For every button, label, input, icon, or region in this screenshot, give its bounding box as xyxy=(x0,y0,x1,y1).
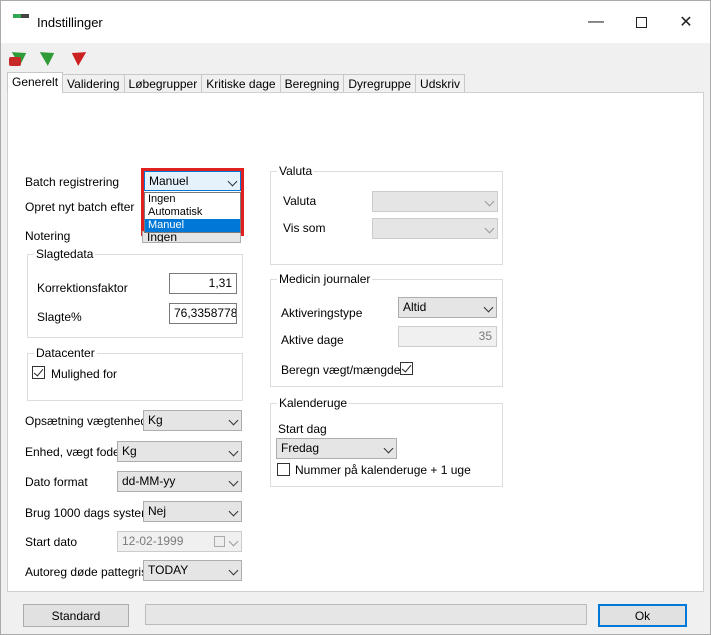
maximize-icon xyxy=(635,16,647,28)
chevron-down-icon xyxy=(228,506,239,517)
medicin-title: Medicin journaler xyxy=(277,272,373,286)
autoreg-value: TODAY xyxy=(148,563,189,577)
toolbar xyxy=(7,45,89,69)
batch-registrering-label: Batch registrering xyxy=(25,175,120,189)
tab-validering[interactable]: Validering xyxy=(62,74,125,93)
kalenderuge-title: Kalenderuge xyxy=(277,396,350,410)
save-tool-button[interactable] xyxy=(7,45,33,67)
tab-lobegrupper[interactable]: Løbegrupper xyxy=(123,74,203,93)
korrektionsfaktor-input[interactable]: 1,31 xyxy=(169,273,237,294)
tab-dyregruppe[interactable]: Dyregruppe xyxy=(343,74,417,93)
chevron-down-icon xyxy=(227,176,238,187)
refresh-tool-button[interactable] xyxy=(35,45,61,67)
settings-window: Indstillinger — ✕ Generelt Validering Lø… xyxy=(0,0,711,635)
undo-arrow-icon xyxy=(67,46,87,66)
mulighed-for-label: Mulighed for xyxy=(51,367,118,381)
nummer-kalenderuge-checkbox[interactable] xyxy=(277,463,290,476)
calendar-icon xyxy=(214,536,225,547)
dato-format-select[interactable]: dd-MM-yy xyxy=(117,471,242,492)
slagtedata-title: Slagtedata xyxy=(34,247,96,261)
title-bar: Indstillinger — ✕ xyxy=(1,1,710,43)
dato-format-label: Dato format xyxy=(25,475,88,489)
autoreg-label: Autoreg døde pattegrise xyxy=(25,565,154,579)
chevron-down-icon xyxy=(228,476,239,487)
slagte-input[interactable]: 76,33587786 xyxy=(169,303,237,324)
tab-strip: Generelt Validering Løbegrupper Kritiske… xyxy=(7,72,466,93)
mulighed-for-checkbox[interactable] xyxy=(32,366,45,379)
valuta-select[interactable] xyxy=(372,191,498,212)
brug-1000-select[interactable]: Nej xyxy=(143,501,242,522)
autoreg-select[interactable]: TODAY xyxy=(143,560,242,581)
brug-1000-value: Nej xyxy=(148,504,167,518)
opsaetning-label: Opsætning vægtenhed xyxy=(25,414,148,428)
close-icon: ✕ xyxy=(679,14,693,31)
beregn-checkbox[interactable] xyxy=(400,362,413,375)
dato-format-value: dd-MM-yy xyxy=(122,474,176,488)
enhed-foder-label: Enhed, vægt foder xyxy=(25,445,124,459)
tab-generelt[interactable]: Generelt xyxy=(7,72,64,93)
chevron-down-icon xyxy=(228,446,239,457)
option-manuel[interactable]: Manuel xyxy=(145,219,240,232)
start-dato-label: Start dato xyxy=(25,535,78,549)
maximize-button[interactable] xyxy=(618,1,664,43)
start-dag-value: Fredag xyxy=(281,441,320,455)
batch-registrering-dropdown: Ingen Automatisk Manuel xyxy=(144,192,241,233)
korrektionsfaktor-label: Korrektionsfaktor xyxy=(37,281,128,295)
disk-icon xyxy=(9,57,21,66)
aktiveringstype-value: Altid xyxy=(403,300,427,314)
chevron-down-icon xyxy=(228,565,239,576)
app-icon xyxy=(13,14,29,18)
valuta-label: Valuta xyxy=(283,194,317,208)
chevron-down-icon xyxy=(228,415,239,426)
ok-button[interactable]: Ok xyxy=(598,604,687,627)
tab-beregning[interactable]: Beregning xyxy=(279,74,345,93)
refresh-arrow-icon xyxy=(39,46,59,66)
enhed-foder-select[interactable]: Kg xyxy=(117,441,242,462)
batch-registrering-value: Manuel xyxy=(149,174,189,188)
opsaetning-select[interactable]: Kg xyxy=(143,410,242,431)
slagtedata-group: Slagtedata xyxy=(27,247,243,338)
valuta-title: Valuta xyxy=(277,164,315,178)
standard-button[interactable]: Standard xyxy=(23,604,129,627)
start-dag-label: Start dag xyxy=(278,422,327,436)
chevron-down-icon xyxy=(228,536,239,547)
minimize-icon: — xyxy=(588,13,604,30)
aktive-dage-input[interactable]: 35 xyxy=(398,326,497,347)
chevron-down-icon xyxy=(483,302,494,313)
chevron-down-icon xyxy=(484,196,495,207)
start-dato-picker[interactable]: 12-02-1999 xyxy=(117,531,242,552)
vis-som-label: Vis som xyxy=(283,221,326,235)
start-dag-select[interactable]: Fredag xyxy=(276,438,397,459)
aktive-dage-label: Aktive dage xyxy=(281,333,344,347)
tab-udskriv[interactable]: Udskriv xyxy=(415,74,466,93)
close-button[interactable]: ✕ xyxy=(663,1,709,43)
undo-tool-button[interactable] xyxy=(63,45,89,67)
enhed-foder-value: Kg xyxy=(122,444,137,458)
chevron-down-icon xyxy=(383,443,394,454)
opret-nyt-batch-label: Opret nyt batch efter xyxy=(25,200,135,214)
minimize-button[interactable]: — xyxy=(573,1,619,43)
nummer-kalenderuge-label: Nummer på kalenderuge + 1 uge xyxy=(295,463,471,477)
datacenter-title: Datacenter xyxy=(34,346,97,360)
slagte-label: Slagte% xyxy=(37,310,82,324)
option-automatisk[interactable]: Automatisk xyxy=(145,206,240,219)
chevron-down-icon xyxy=(484,223,495,234)
aktiveringstype-label: Aktiveringstype xyxy=(281,306,363,320)
window-title: Indstillinger xyxy=(37,15,103,30)
start-dato-value: 12-02-1999 xyxy=(122,534,184,548)
vis-som-select[interactable] xyxy=(372,218,498,239)
beregn-label: Beregn vægt/mængde xyxy=(281,363,401,377)
status-progress-bar xyxy=(145,604,587,625)
option-ingen[interactable]: Ingen xyxy=(145,193,240,206)
batch-registrering-select[interactable]: Manuel xyxy=(144,171,241,191)
tab-kritiske-dage[interactable]: Kritiske dage xyxy=(201,74,281,93)
notering-label: Notering xyxy=(25,229,71,243)
aktiveringstype-select[interactable]: Altid xyxy=(398,297,497,318)
opsaetning-value: Kg xyxy=(148,413,163,427)
brug-1000-label: Brug 1000 dags systemet xyxy=(25,506,162,520)
